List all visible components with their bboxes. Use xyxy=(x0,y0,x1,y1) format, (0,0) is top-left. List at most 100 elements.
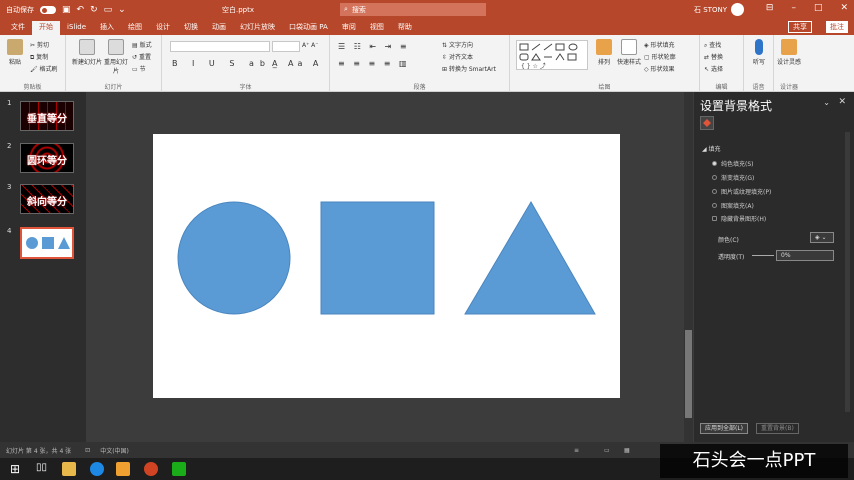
tab-islide[interactable]: iSlide xyxy=(60,21,93,35)
color-picker-button[interactable]: ◈ ⌄ xyxy=(810,232,834,243)
reset-button[interactable]: ↺ 重置 xyxy=(132,52,151,61)
slide-thumbnail-1[interactable]: 垂直等分 xyxy=(20,101,74,131)
format-painter-button[interactable]: 🖌 格式刷 xyxy=(30,64,58,73)
undo-icon[interactable]: ↶ xyxy=(77,5,85,15)
align-buttons[interactable]: ≡ ≡ ≡ ≡ ▥ xyxy=(338,59,410,68)
font-name-box[interactable] xyxy=(170,41,270,52)
slide-thumbnail-3[interactable]: 斜向等分 xyxy=(20,184,74,214)
powerpoint-icon[interactable] xyxy=(144,462,158,476)
present-icon[interactable]: ▭ xyxy=(104,5,113,15)
slide-thumbnail-4[interactable] xyxy=(20,227,74,259)
align-text-button[interactable]: ⇳ 对齐文本 xyxy=(442,52,473,61)
autosave-toggle[interactable] xyxy=(40,6,56,14)
tab-animations[interactable]: 动画 xyxy=(205,21,233,35)
maximize-icon[interactable]: □ xyxy=(814,3,823,13)
paste-button[interactable]: 粘贴 xyxy=(4,39,26,66)
vertical-scrollbar[interactable] xyxy=(684,92,693,442)
design-ideas-button[interactable]: 设计灵感 xyxy=(777,39,801,66)
shape-fill-button[interactable]: ◈ 形状填充 xyxy=(644,40,675,49)
tab-help[interactable]: 帮助 xyxy=(391,21,419,35)
arrange-button[interactable]: 排列 xyxy=(592,39,616,66)
apply-to-all-button[interactable]: 应用到全部(L) xyxy=(700,423,749,434)
tab-transitions[interactable]: 切换 xyxy=(177,21,205,35)
reuse-slides-button[interactable]: 重用幻灯片 xyxy=(102,39,130,75)
cut-button[interactable]: ✂ 剪切 xyxy=(30,40,49,49)
tab-slideshow[interactable]: 幻灯片放映 xyxy=(233,21,282,35)
shape-effects-button[interactable]: ◇ 形状效果 xyxy=(644,64,675,73)
list-buttons[interactable]: ☰ ☷ ⇤ ⇥ ≡ xyxy=(338,42,410,51)
svg-text:{ } ☆ ⤴: { } ☆ ⤴ xyxy=(521,62,546,70)
pane-scrollbar[interactable] xyxy=(845,132,850,412)
radio-selected-icon xyxy=(712,161,717,166)
transparency-slider[interactable] xyxy=(752,255,774,256)
select-button[interactable]: ↖ 选择 xyxy=(704,64,723,73)
tab-pocket-animation[interactable]: 口袋动画 PA xyxy=(282,21,335,35)
tab-design[interactable]: 设计 xyxy=(149,21,177,35)
scrollbar-thumb[interactable] xyxy=(685,330,692,418)
tab-home[interactable]: 开始 xyxy=(32,21,60,35)
shape-outline-button[interactable]: ▢ 形状轮廓 xyxy=(644,52,676,61)
tab-review[interactable]: 审阅 xyxy=(335,21,363,35)
section-button[interactable]: ▭ 节 xyxy=(132,64,146,73)
solid-fill-option[interactable]: 纯色填充(S) xyxy=(712,159,754,168)
find-button[interactable]: ⌕ 查找 xyxy=(704,40,721,50)
group-slides: 新建幻灯片 重用幻灯片 ▤ 版式 ↺ 重置 ▭ 节 幻灯片 xyxy=(66,35,162,92)
pattern-fill-option[interactable]: 图案填充(A) xyxy=(712,201,754,210)
normal-view-icon[interactable]: ▭ xyxy=(604,447,610,454)
browser-icon[interactable] xyxy=(90,462,104,476)
layout-button[interactable]: ▤ 版式 xyxy=(132,40,152,49)
customize-qat-icon[interactable]: ⌄ xyxy=(118,5,126,15)
hide-background-option[interactable]: 隐藏背景图形(H) xyxy=(712,214,766,223)
user-name[interactable]: 石 STONY xyxy=(694,5,727,15)
ribbon-display-icon[interactable]: ⊟ xyxy=(766,3,774,13)
pane-close-icon[interactable]: ✕ xyxy=(838,97,846,107)
tab-file[interactable]: 文件 xyxy=(4,21,32,35)
close-icon[interactable]: ✕ xyxy=(840,3,848,13)
square-shape[interactable] xyxy=(320,201,435,315)
slide-canvas[interactable] xyxy=(153,134,620,398)
comment-button[interactable]: 批注 xyxy=(826,21,848,33)
new-slide-button[interactable]: 新建幻灯片 xyxy=(72,39,102,66)
picture-fill-option[interactable]: 图片或纹理填充(P) xyxy=(712,187,771,196)
minimize-icon[interactable]: – xyxy=(791,3,796,13)
tab-insert[interactable]: 插入 xyxy=(93,21,121,35)
group-voice: 听写 语音 xyxy=(744,35,774,92)
task-view-icon[interactable]: ▯▯ xyxy=(36,462,50,476)
font-format-buttons[interactable]: B I U S ab xyxy=(172,59,271,68)
convert-smartart-button[interactable]: ⊞ 转换为 SmartArt xyxy=(442,64,496,73)
text-direction-button[interactable]: ⇅ 文字方向 xyxy=(442,40,473,49)
avatar[interactable] xyxy=(731,3,744,16)
shapes-gallery[interactable]: { } ☆ ⤴ xyxy=(516,40,588,70)
quick-styles-button[interactable]: 快速样式 xyxy=(616,39,642,66)
gradient-fill-option[interactable]: 渐变填充(G) xyxy=(712,173,754,182)
copy-button[interactable]: ⧉ 复制 xyxy=(30,52,48,62)
tab-draw[interactable]: 绘图 xyxy=(121,21,149,35)
font-size-box[interactable] xyxy=(272,41,300,52)
language-status[interactable]: 中文(中国) xyxy=(100,446,129,455)
reset-background-button[interactable]: 重置背景(B) xyxy=(756,423,799,434)
tab-view[interactable]: 视图 xyxy=(363,21,391,35)
share-button[interactable]: 共享 xyxy=(788,21,812,33)
pane-options-icon[interactable]: ⌄ xyxy=(823,98,830,107)
file-explorer-icon[interactable] xyxy=(62,462,76,476)
accessibility-icon[interactable]: ⊡ xyxy=(85,447,90,454)
document-title: 空白.pptx xyxy=(222,6,254,14)
wechat-icon[interactable] xyxy=(172,462,186,476)
circle-shape[interactable] xyxy=(177,201,291,315)
sorter-view-icon[interactable]: ▦ xyxy=(624,447,630,454)
slide-thumbnail-2[interactable]: 圆环等分 xyxy=(20,143,74,173)
app-icon[interactable] xyxy=(116,462,130,476)
triangle-shape[interactable] xyxy=(464,201,596,315)
fill-tab-icon[interactable] xyxy=(700,116,714,130)
transparency-input[interactable]: 0% xyxy=(776,250,834,261)
save-icon[interactable]: ▣ xyxy=(62,5,71,15)
font-color-buttons[interactable]: A̲ Aa A xyxy=(272,59,322,68)
replace-button[interactable]: ⇄ 替换 xyxy=(704,52,723,61)
search-box[interactable]: ⌕ 搜索 xyxy=(340,3,486,16)
redo-icon[interactable]: ↻ xyxy=(90,5,98,15)
dictate-button[interactable]: 听写 xyxy=(748,39,770,66)
windows-start-icon[interactable]: ⊞ xyxy=(10,462,24,476)
notes-icon[interactable]: ≡ xyxy=(574,447,579,454)
fill-section-header[interactable]: ◢ 填充 xyxy=(702,144,721,153)
font-size-grow-icon[interactable]: A⁺ A⁻ xyxy=(302,42,318,49)
